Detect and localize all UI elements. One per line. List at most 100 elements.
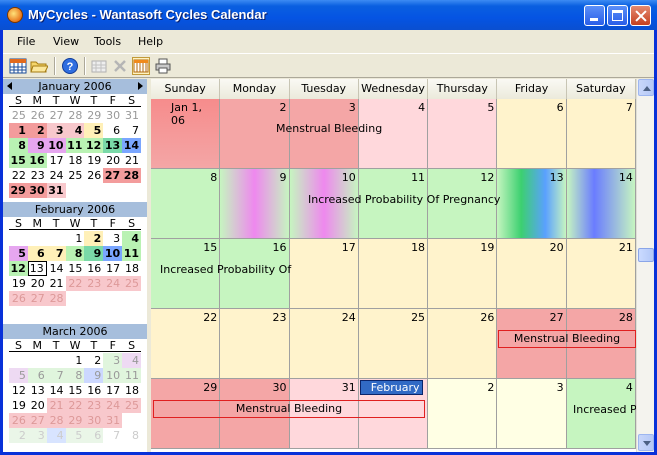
calendar-day-cell[interactable]: 5 <box>428 99 498 169</box>
calendar-day-cell[interactable]: 22 <box>151 309 221 379</box>
minical-day[interactable]: 26 <box>9 291 28 306</box>
minical-day[interactable]: 3 <box>27 428 47 443</box>
calendar-day-cell[interactable]: 17 <box>289 239 359 309</box>
minical-day[interactable]: 6 <box>27 368 47 383</box>
minical-day[interactable]: 20 <box>28 276 47 291</box>
calendar-day-cell[interactable]: 18 <box>358 239 429 309</box>
minical-day[interactable]: 6 <box>84 428 104 443</box>
minical-day[interactable]: 9 <box>84 368 104 383</box>
minical-day[interactable]: 14 <box>47 383 66 398</box>
minical-day[interactable]: 8 <box>9 138 28 153</box>
minical-day[interactable]: 1 <box>9 123 28 138</box>
minical-day[interactable]: 12 <box>9 383 28 398</box>
minical-day[interactable]: 7 <box>122 123 141 138</box>
minical-day[interactable]: 22 <box>65 398 85 413</box>
calendar-day-cell[interactable]: Jan 1, 06 <box>151 99 221 169</box>
minical-day[interactable]: 21 <box>122 153 141 168</box>
help-icon[interactable]: ? <box>61 57 79 75</box>
minical-day[interactable]: 29 <box>9 183 28 198</box>
calendar-day-cell[interactable]: 13 <box>497 169 567 239</box>
minical-day[interactable]: 21 <box>46 398 66 413</box>
minical-day[interactable]: 5 <box>9 246 28 261</box>
minical-day[interactable]: 14 <box>47 261 66 276</box>
menu-tools[interactable]: Tools <box>94 35 121 48</box>
minical-day[interactable]: 15 <box>9 153 28 168</box>
minical-day[interactable]: 18 <box>122 383 141 398</box>
minical-day[interactable]: 31 <box>122 108 141 123</box>
minical-day[interactable]: 6 <box>103 123 122 138</box>
minical-day[interactable]: 12 <box>84 138 104 153</box>
minical-day[interactable]: 10 <box>103 368 123 383</box>
minical-day[interactable]: 30 <box>103 108 122 123</box>
minical-day[interactable]: 5 <box>9 368 28 383</box>
minical-day[interactable]: 4 <box>122 231 141 246</box>
minical-day[interactable]: 29 <box>65 413 85 428</box>
minical-day[interactable]: 3 <box>46 123 66 138</box>
minical-day[interactable]: 28 <box>46 291 66 306</box>
scroll-thumb[interactable] <box>638 248 654 262</box>
prev-month-arrow-icon[interactable] <box>7 82 12 90</box>
minical-day[interactable]: 10 <box>103 246 123 261</box>
minical-day[interactable]: 1 <box>66 353 85 368</box>
calendar-day-cell[interactable]: 19 <box>428 239 498 309</box>
calendar-day-cell[interactable]: 7 <box>566 99 636 169</box>
minical-day[interactable]: 6 <box>27 246 47 261</box>
minical-day[interactable]: 30 <box>84 413 104 428</box>
scroll-up-button[interactable] <box>638 79 654 96</box>
minical-day[interactable]: 11 <box>122 246 141 261</box>
minical-day[interactable]: 17 <box>103 261 122 276</box>
open-folder-icon[interactable] <box>30 57 49 75</box>
next-month-arrow-icon[interactable] <box>138 82 143 90</box>
maximize-button[interactable] <box>607 5 628 26</box>
event-menstrual-bleeding[interactable]: Menstrual Bleeding <box>498 330 636 348</box>
minical-day[interactable]: 15 <box>66 261 85 276</box>
close-button[interactable] <box>630 5 651 26</box>
minical-day[interactable]: 23 <box>84 276 104 291</box>
minical-day[interactable]: 7 <box>103 428 122 443</box>
minical-day[interactable]: 27 <box>103 168 123 183</box>
minical-day[interactable]: 26 <box>9 413 28 428</box>
minical-day[interactable]: 8 <box>122 428 141 443</box>
minical-day[interactable]: 11 <box>122 368 141 383</box>
minical-day[interactable]: 24 <box>103 398 123 413</box>
week-view-icon[interactable] <box>132 57 150 75</box>
grid-icon[interactable] <box>90 57 108 75</box>
event-increased-probability[interactable]: Increased Probability Of Pregnancy <box>308 193 500 206</box>
print-icon[interactable] <box>154 57 172 75</box>
calendar-day-cell[interactable]: 8 <box>151 169 221 239</box>
minical-day[interactable]: 19 <box>84 153 103 168</box>
calendar-day-cell[interactable]: 26 <box>428 309 498 379</box>
calendar-day-cell[interactable]: 3 <box>497 379 567 449</box>
minical-day[interactable]: 14 <box>122 138 141 153</box>
minical-day[interactable]: 30 <box>27 183 47 198</box>
minical-day[interactable]: 27 <box>27 413 47 428</box>
minical-day[interactable]: 17 <box>103 383 122 398</box>
minical-day[interactable]: 20 <box>103 153 122 168</box>
minical-day[interactable]: 7 <box>46 368 66 383</box>
minical-day[interactable]: 13 <box>28 383 47 398</box>
minical-day[interactable]: 7 <box>46 246 66 261</box>
minical-day[interactable]: 11 <box>65 138 85 153</box>
minical-day[interactable]: 29 <box>84 108 103 123</box>
minical-day[interactable]: 4 <box>65 123 85 138</box>
minical-day[interactable]: 16 <box>27 153 47 168</box>
minical-day[interactable]: 18 <box>66 153 85 168</box>
menu-file[interactable]: File <box>17 35 35 48</box>
minical-day[interactable]: 8 <box>65 368 85 383</box>
minical-day[interactable]: 19 <box>9 276 28 291</box>
minical-day[interactable]: 1 <box>66 231 85 246</box>
calendar-day-cell[interactable]: 6 <box>497 99 567 169</box>
minical-day[interactable]: 9 <box>27 138 47 153</box>
minical-day[interactable]: 31 <box>46 183 66 198</box>
minical-day[interactable]: 4 <box>122 353 141 368</box>
menu-help[interactable]: Help <box>138 35 163 48</box>
vertical-scrollbar[interactable] <box>636 79 654 452</box>
minical-day[interactable]: 27 <box>27 291 47 306</box>
calendar-day-cell[interactable]: 20 <box>497 239 567 309</box>
minical-day[interactable]: 22 <box>9 168 28 183</box>
minical-day[interactable]: 23 <box>84 398 104 413</box>
minical-day[interactable]: 22 <box>65 276 85 291</box>
minical-day[interactable]: 2 <box>9 428 28 443</box>
minical-day[interactable]: 26 <box>84 168 103 183</box>
minical-day[interactable]: 13 <box>27 261 47 276</box>
